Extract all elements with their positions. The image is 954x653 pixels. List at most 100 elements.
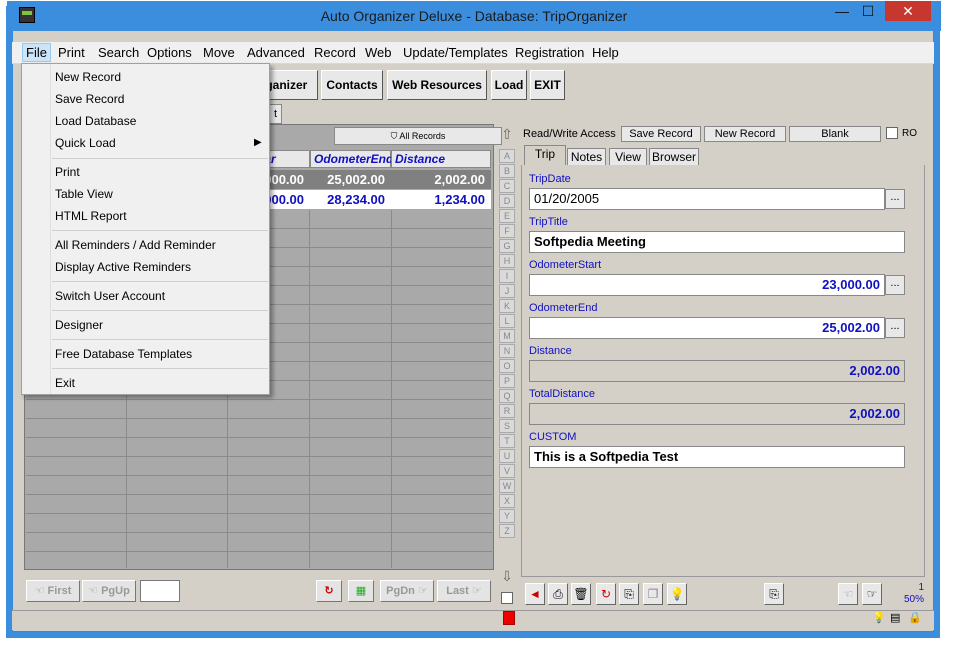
tab-notes[interactable]: Notes xyxy=(567,148,606,166)
menu-item-quick-load[interactable]: Quick Load xyxy=(55,136,116,150)
alpha-index-t[interactable]: T xyxy=(499,434,515,448)
alpha-index-x[interactable]: X xyxy=(499,494,515,508)
alpha-index-i[interactable]: I xyxy=(499,269,515,283)
menu-registration[interactable]: Registration xyxy=(515,45,584,60)
tab-view[interactable]: View xyxy=(609,148,647,166)
alpha-index-j[interactable]: J xyxy=(499,284,515,298)
hand-left-icon[interactable]: ☜ xyxy=(838,583,858,605)
duplicate-icon[interactable]: ❐ xyxy=(643,583,663,605)
alpha-index-c[interactable]: C xyxy=(499,179,515,193)
close-button[interactable]: ✕ xyxy=(885,1,931,21)
load-button[interactable]: Load xyxy=(491,70,527,100)
pgup-button[interactable]: ☜ PgUp xyxy=(82,580,136,602)
back-arrow-icon[interactable]: ◄ xyxy=(525,583,545,605)
refresh-record-icon[interactable]: ↻ xyxy=(596,583,616,605)
alpha-index-r[interactable]: R xyxy=(499,404,515,418)
copy-record-icon[interactable]: ⎘ xyxy=(619,583,639,605)
hand-right-icon[interactable]: ☞ xyxy=(862,583,882,605)
menu-item-switch-user[interactable]: Switch User Account xyxy=(55,289,165,303)
alpha-index-k[interactable]: K xyxy=(499,299,515,313)
alpha-index-l[interactable]: L xyxy=(499,314,515,328)
menu-item-html-report[interactable]: HTML Report xyxy=(55,209,127,223)
menu-update-templates[interactable]: Update/Templates xyxy=(403,45,508,60)
alpha-index-a[interactable]: A xyxy=(499,149,515,163)
alpha-index-y[interactable]: Y xyxy=(499,509,515,523)
menu-item-print[interactable]: Print xyxy=(55,165,80,179)
grid-cell[interactable]: 25,002.00 xyxy=(310,170,391,189)
alpha-index-w[interactable]: W xyxy=(499,479,515,493)
odometer-start-field[interactable]: 23,000.00 xyxy=(529,274,885,296)
odometer-start-button[interactable]: ... xyxy=(885,275,905,295)
menu-item-exit[interactable]: Exit xyxy=(55,376,75,390)
trash-icon[interactable]: 🗑 xyxy=(571,583,591,605)
blank-button[interactable]: Blank xyxy=(789,126,881,142)
menu-move[interactable]: Move xyxy=(203,45,235,60)
alpha-index-q[interactable]: Q xyxy=(499,389,515,403)
odometer-end-field[interactable]: 25,002.00 xyxy=(529,317,885,339)
menu-item-designer[interactable]: Designer xyxy=(55,318,103,332)
grid-header-odometer-end[interactable]: OdometerEnd xyxy=(310,150,393,168)
alpha-index-s[interactable]: S xyxy=(499,419,515,433)
alpha-index-p[interactable]: P xyxy=(499,374,515,388)
lightbulb-icon[interactable]: 💡 xyxy=(667,583,687,605)
menu-item-free-templates[interactable]: Free Database Templates xyxy=(55,347,192,361)
menu-item-save-record[interactable]: Save Record xyxy=(55,92,124,106)
alpha-index-m[interactable]: M xyxy=(499,329,515,343)
alpha-index-f[interactable]: F xyxy=(499,224,515,238)
menu-web[interactable]: Web xyxy=(365,45,392,60)
trip-date-picker-button[interactable]: ... xyxy=(885,189,905,209)
menu-advanced[interactable]: Advanced xyxy=(247,45,305,60)
first-button[interactable]: ☜ First xyxy=(26,580,80,602)
pgdn-button[interactable]: PgDn ☞ xyxy=(380,580,434,602)
alpha-index-h[interactable]: H xyxy=(499,254,515,268)
all-records-button[interactable]: ⛉ All Records xyxy=(334,127,502,145)
save-record-button[interactable]: Save Record xyxy=(621,126,701,142)
alpha-index-n[interactable]: N xyxy=(499,344,515,358)
read-only-checkbox[interactable] xyxy=(886,127,898,139)
custom-field[interactable]: This is a Softpedia Test xyxy=(529,446,905,468)
minimize-button[interactable]: — xyxy=(829,1,855,21)
last-button[interactable]: Last ☞ xyxy=(437,580,491,602)
export-icon[interactable]: ⎘ xyxy=(764,583,784,605)
alpha-index-e[interactable]: E xyxy=(499,209,515,223)
splitter-handle-icon[interactable] xyxy=(503,611,515,625)
alpha-index-g[interactable]: G xyxy=(499,239,515,253)
contacts-button[interactable]: Contacts xyxy=(321,70,383,100)
menu-item-all-reminders[interactable]: All Reminders / Add Reminder xyxy=(55,238,216,252)
trip-title-field[interactable]: Softpedia Meeting xyxy=(529,231,905,253)
trip-date-field[interactable]: 01/20/2005 xyxy=(529,188,885,210)
menu-item-table-view[interactable]: Table View xyxy=(55,187,113,201)
menu-item-active-reminders[interactable]: Display Active Reminders xyxy=(55,260,191,274)
alpha-index-o[interactable]: O xyxy=(499,359,515,373)
color-grid-icon[interactable]: ▦ xyxy=(348,580,374,602)
title-bar[interactable]: Auto Organizer Deluxe - Database: TripOr… xyxy=(7,1,941,31)
menu-options[interactable]: Options xyxy=(147,45,192,60)
menu-print[interactable]: Print xyxy=(58,45,85,60)
menu-search[interactable]: Search xyxy=(98,45,139,60)
scroll-up-icon[interactable]: ⇧ xyxy=(498,126,516,142)
tab-trip[interactable]: Trip xyxy=(524,145,566,166)
scroll-down-icon[interactable]: ⇩ xyxy=(498,568,516,584)
web-resources-button[interactable]: Web Resources xyxy=(387,70,487,100)
alpha-index-d[interactable]: D xyxy=(499,194,515,208)
menu-record[interactable]: Record xyxy=(314,45,356,60)
tab-browser[interactable]: Browser xyxy=(649,148,699,166)
odometer-end-button[interactable]: ... xyxy=(885,318,905,338)
grid-cell[interactable]: 2,002.00 xyxy=(391,170,491,189)
alpha-checkbox[interactable] xyxy=(501,592,513,604)
menu-item-new-record[interactable]: New Record xyxy=(55,70,121,84)
print-icon[interactable]: ⎙ xyxy=(548,583,568,605)
alpha-index-b[interactable]: B xyxy=(499,164,515,178)
grid-header-distance[interactable]: Distance xyxy=(391,150,491,168)
grid-cell[interactable]: 28,234.00 xyxy=(310,190,391,209)
grid-cell[interactable]: 1,234.00 xyxy=(391,190,491,209)
alpha-index-v[interactable]: V xyxy=(499,464,515,478)
menu-file[interactable]: File xyxy=(22,43,51,62)
exit-button[interactable]: EXIT xyxy=(530,70,565,100)
new-record-button[interactable]: New Record xyxy=(704,126,786,142)
alpha-index-z[interactable]: Z xyxy=(499,524,515,538)
refresh-icon[interactable]: ↻ xyxy=(316,580,342,602)
record-number-input[interactable] xyxy=(140,580,180,602)
alpha-index-u[interactable]: U xyxy=(499,449,515,463)
menu-help[interactable]: Help xyxy=(592,45,619,60)
